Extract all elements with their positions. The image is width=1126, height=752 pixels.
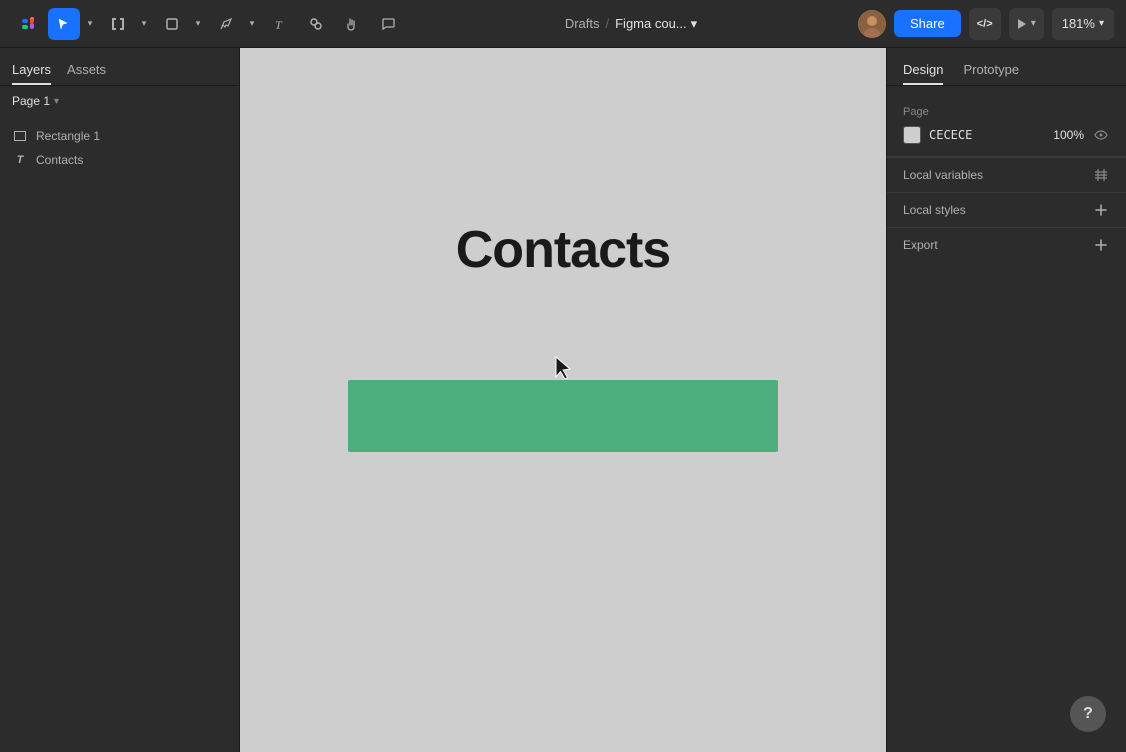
shape-tool-dropdown[interactable]: ▾ [190, 8, 206, 40]
sidebar-tabs: Layers Assets [0, 48, 239, 86]
page-color-swatch[interactable] [903, 126, 921, 144]
toolbar-center: Drafts / Figma cou... ▾ [408, 16, 854, 32]
local-variables-icon [1092, 166, 1110, 184]
local-styles-label: Local styles [903, 203, 966, 217]
svg-text:T: T [275, 18, 283, 31]
text-layer-icon: T [12, 152, 28, 168]
file-name-button[interactable]: Figma cou... ▾ [615, 16, 697, 32]
breadcrumb-drafts: Drafts [565, 16, 600, 31]
shape-tool-button[interactable] [156, 8, 188, 40]
tab-design[interactable]: Design [903, 56, 943, 85]
pen-tool-group: ▾ [210, 8, 260, 40]
page-section-label: Page [903, 106, 1110, 118]
page-dropdown-icon: ▾ [54, 96, 59, 107]
file-name-dropdown-icon: ▾ [691, 16, 698, 32]
code-button[interactable]: </> [969, 8, 1001, 40]
layer-item-contacts[interactable]: T Contacts [0, 148, 239, 172]
select-tool-dropdown[interactable]: ▾ [82, 8, 98, 40]
tab-layers[interactable]: Layers [12, 56, 51, 85]
export-label: Export [903, 238, 938, 252]
toolbar: ▾ ▾ ▾ [0, 0, 1126, 48]
tab-prototype[interactable]: Prototype [963, 56, 1019, 85]
hand-tool-button[interactable] [336, 8, 368, 40]
page-opacity-value: 100% [1053, 128, 1084, 142]
pen-tool-dropdown[interactable]: ▾ [244, 8, 260, 40]
resources-tool-button[interactable] [300, 8, 332, 40]
pen-tool-button[interactable] [210, 8, 242, 40]
breadcrumb-separator: / [605, 16, 609, 31]
shape-tool-group: ▾ [156, 8, 206, 40]
cursor-indicator [553, 355, 575, 388]
zoom-dropdown-icon: ▾ [1099, 18, 1104, 29]
comment-tool-button[interactable] [372, 8, 404, 40]
help-button[interactable]: ? [1070, 696, 1106, 732]
contacts-title: Contacts [456, 220, 670, 280]
layer-item-rectangle[interactable]: Rectangle 1 [0, 124, 239, 148]
page-color-row: CECECE 100% [903, 126, 1110, 144]
zoom-button[interactable]: 181% ▾ [1052, 8, 1114, 40]
page-properties-section: Page CECECE 100% [887, 98, 1126, 157]
page-color-value: CECECE [929, 128, 972, 142]
rectangle-icon [12, 128, 28, 144]
right-sidebar-tabs: Design Prototype [887, 48, 1126, 86]
local-variables-label: Local variables [903, 168, 983, 182]
toolbar-right: Share </> ▾ 181% ▾ [858, 8, 1114, 40]
select-tool-group: ▾ [48, 8, 98, 40]
toolbar-left: ▾ ▾ ▾ [12, 8, 404, 40]
local-variables-section[interactable]: Local variables [887, 158, 1126, 192]
page-selector[interactable]: Page 1 ▾ [0, 86, 239, 116]
right-sidebar-content: Page CECECE 100% Local variables [887, 86, 1126, 752]
add-local-styles-icon[interactable] [1092, 201, 1110, 219]
export-section[interactable]: Export [887, 228, 1126, 262]
right-sidebar: Design Prototype Page CECECE 100% [886, 48, 1126, 752]
play-button[interactable]: ▾ [1009, 8, 1044, 40]
frame-tool-group: ▾ [102, 8, 152, 40]
tab-assets[interactable]: Assets [67, 56, 106, 85]
play-dropdown-icon: ▾ [1031, 18, 1036, 29]
layers-panel: Rectangle 1 T Contacts [0, 116, 239, 752]
add-export-icon[interactable] [1092, 236, 1110, 254]
avatar [858, 10, 886, 38]
share-button[interactable]: Share [894, 10, 961, 37]
green-rectangle [348, 380, 778, 452]
select-tool-button[interactable] [48, 8, 80, 40]
text-tool-button[interactable]: T [264, 8, 296, 40]
local-styles-section[interactable]: Local styles [887, 193, 1126, 227]
main-menu-button[interactable] [12, 8, 44, 40]
frame-tool-button[interactable] [102, 8, 134, 40]
canvas-content: Contacts [263, 200, 863, 600]
canvas-area[interactable]: Contacts [240, 48, 886, 752]
main-area: Layers Assets Page 1 ▾ Rectangle 1 T Con… [0, 48, 1126, 752]
left-sidebar: Layers Assets Page 1 ▾ Rectangle 1 T Con… [0, 48, 240, 752]
frame-tool-dropdown[interactable]: ▾ [136, 8, 152, 40]
visibility-toggle[interactable] [1092, 126, 1110, 144]
